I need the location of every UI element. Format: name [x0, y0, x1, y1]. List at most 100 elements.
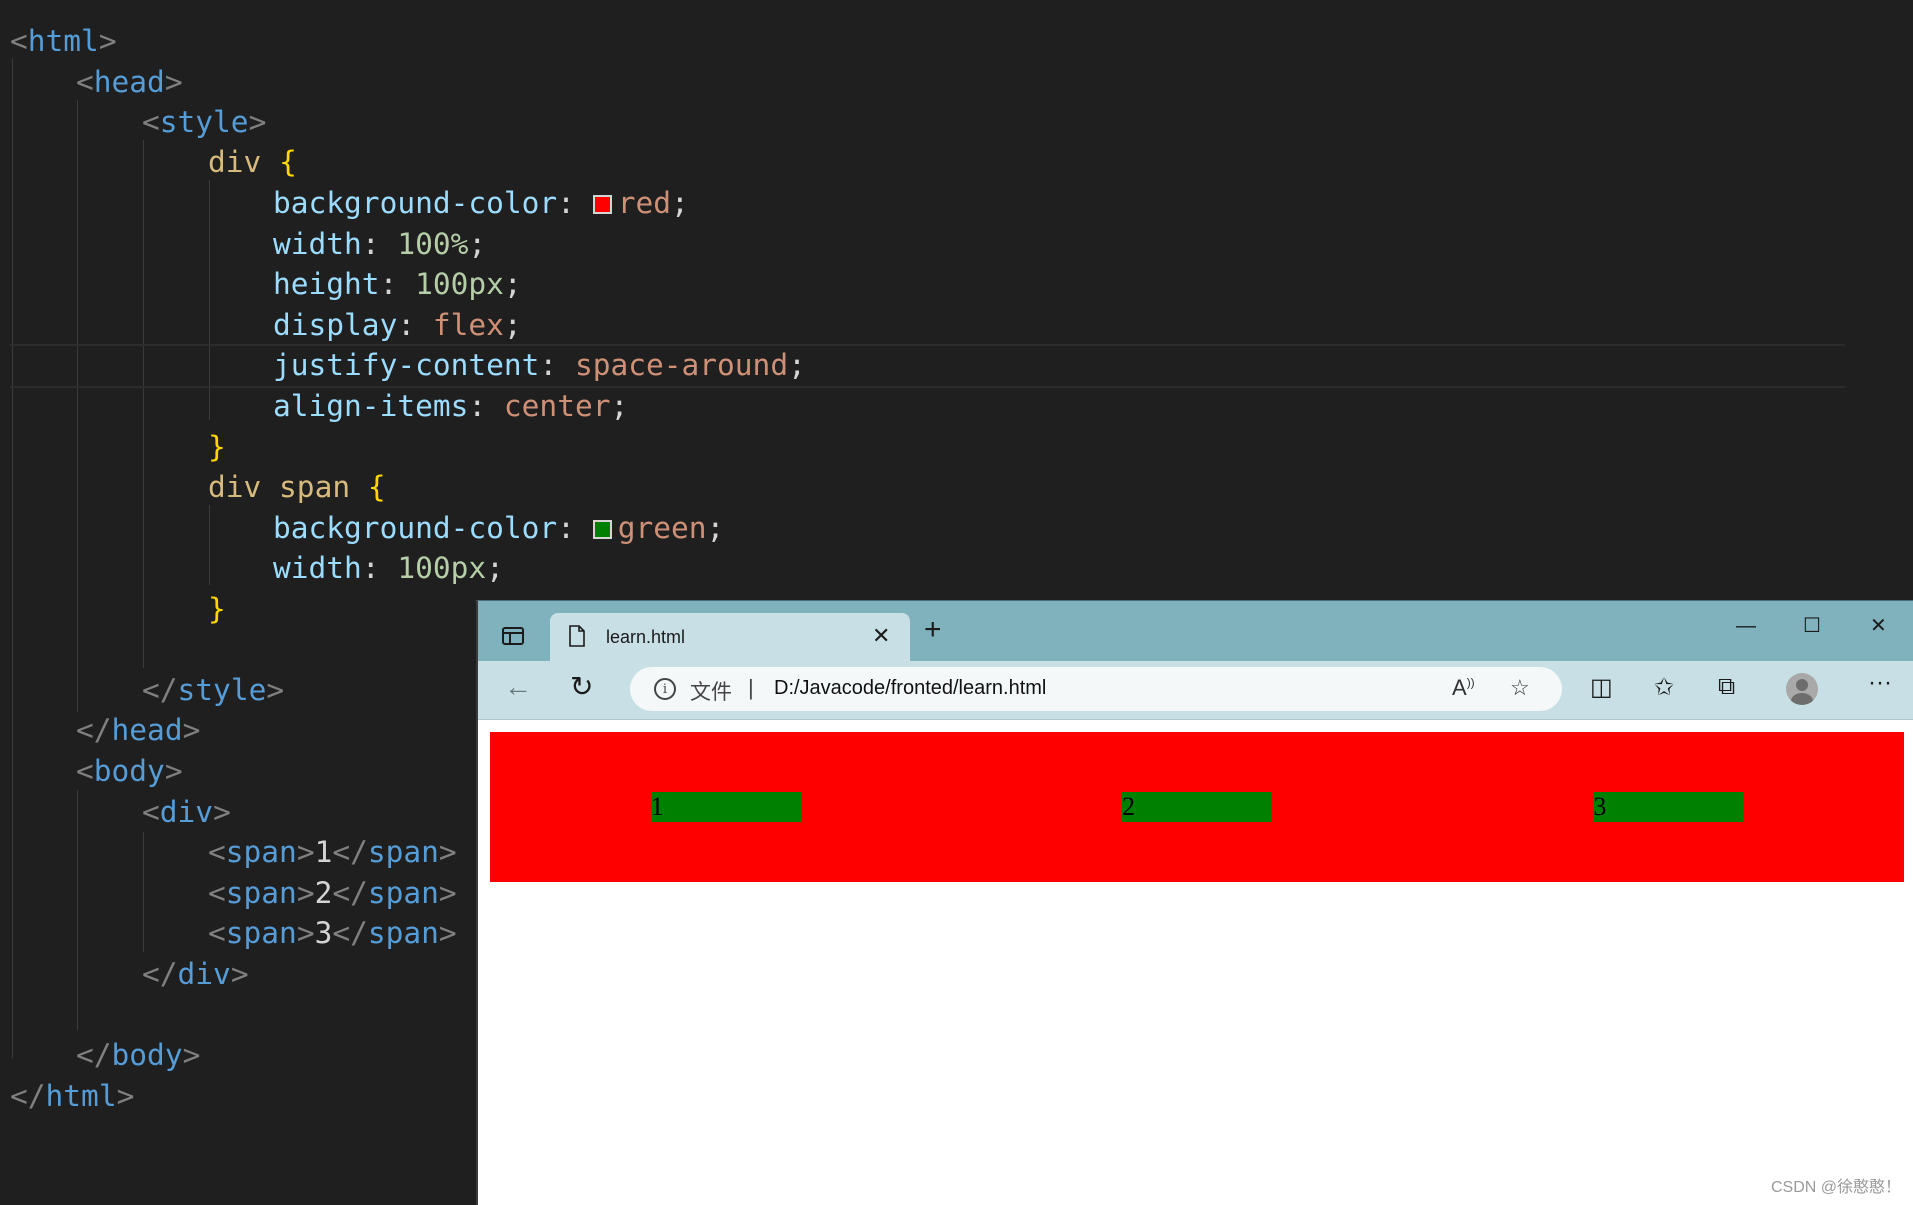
- css-value: green: [617, 511, 707, 545]
- code-tag: body: [111, 1038, 183, 1072]
- code-line-14: width: 100px;: [273, 551, 504, 585]
- address-bar[interactable]: i 文件 | D:/Javacode/fronted/learn.html A)…: [630, 667, 1562, 711]
- browser-toolbar: ← ↻ i 文件 | D:/Javacode/fronted/learn.htm…: [478, 661, 1913, 720]
- favorites-icon[interactable]: ✩: [1654, 673, 1674, 702]
- code-line-4: div {: [208, 142, 297, 182]
- code-line-20: <div>: [142, 795, 231, 829]
- code-tag: head: [111, 713, 183, 747]
- code-line-2: <head>: [76, 65, 183, 99]
- code-line-10: align-items: center;: [273, 389, 629, 423]
- code-line-21: <span>1</span>: [208, 835, 457, 869]
- code-line-26: </body>: [76, 1038, 201, 1072]
- address-url[interactable]: D:/Javacode/fronted/learn.html: [774, 677, 1046, 700]
- code-tag: span: [367, 835, 439, 869]
- green-span-2: 2: [1121, 792, 1272, 822]
- span-text: 3: [314, 916, 333, 950]
- css-selector: div: [208, 145, 262, 179]
- css-value: space-around: [574, 348, 789, 382]
- address-file-label: 文件: [690, 681, 732, 704]
- css-value: flex: [432, 308, 504, 342]
- red-flex-div: 1 2 3: [490, 732, 1904, 882]
- color-swatch-green[interactable]: [592, 520, 612, 539]
- indent-guide: [77, 790, 78, 1030]
- css-brace: {: [279, 145, 297, 179]
- code-tag: body: [93, 754, 165, 788]
- css-value: red: [617, 186, 671, 220]
- css-property: height: [273, 267, 380, 301]
- close-window-icon[interactable]: ✕: [1870, 613, 1887, 638]
- indent-guide: [143, 140, 144, 668]
- code-tag: html: [27, 24, 99, 58]
- css-property: align-items: [273, 389, 469, 423]
- css-brace: }: [208, 592, 226, 626]
- profile-avatar[interactable]: [1786, 673, 1818, 705]
- read-aloud-icon[interactable]: A)): [1452, 675, 1475, 701]
- code-line-3: <style>: [142, 105, 267, 139]
- code-tag: span: [225, 916, 297, 950]
- collections-icon[interactable]: ⧉: [1718, 673, 1735, 701]
- css-property: justify-content: [273, 348, 540, 382]
- code-line-8: display: flex;: [273, 308, 522, 342]
- css-value: 100px: [397, 551, 487, 585]
- code-tag: style: [159, 105, 249, 139]
- code-line-22: <span>2</span>: [208, 876, 457, 910]
- minimize-icon[interactable]: —: [1736, 615, 1756, 638]
- page-viewport: 1 2 3 CSDN @徐憨憨！: [478, 720, 1913, 1205]
- code-line-12: div span {: [208, 467, 386, 507]
- code-line-18: </head>: [76, 713, 201, 747]
- tab-actions-icon[interactable]: [502, 627, 524, 645]
- code-line-11: }: [208, 427, 226, 467]
- green-span-3: 3: [1593, 792, 1744, 822]
- css-value: 100px: [415, 267, 504, 301]
- indent-guide: [77, 100, 78, 712]
- css-brace: }: [208, 430, 226, 464]
- code-tag: div: [159, 795, 214, 829]
- code-line-6: width: 100%;: [273, 227, 487, 261]
- code-tag: html: [45, 1079, 117, 1113]
- css-property: background-color: [273, 186, 558, 220]
- split-screen-icon[interactable]: ◫: [1590, 673, 1613, 702]
- indent-guide: [12, 58, 13, 1058]
- code-tag: span: [225, 835, 297, 869]
- css-selector: div span: [208, 470, 351, 504]
- tab-title: learn.html: [606, 627, 686, 647]
- css-property: width: [273, 227, 362, 261]
- green-span-1: 1: [650, 792, 801, 822]
- code-tag: span: [225, 876, 297, 910]
- code-line-5: background-color: red;: [273, 186, 689, 220]
- tab-learn-html[interactable]: learn.html ✕: [550, 613, 910, 661]
- span-text: 2: [314, 876, 333, 910]
- css-property: background-color: [273, 511, 558, 545]
- span-text: 1: [314, 835, 333, 869]
- watermark: CSDN @徐憨憨！: [1770, 1179, 1901, 1196]
- code-line-19: <body>: [76, 754, 183, 788]
- code-line-27: </html>: [10, 1079, 135, 1113]
- back-icon[interactable]: ←: [504, 671, 532, 703]
- browser-window: learn.html ✕ + — ☐ ✕ ← ↻ i 文件 | D:/Javac…: [476, 600, 1913, 1205]
- code-line-7: height: 100px;: [273, 267, 522, 301]
- info-icon[interactable]: i: [654, 678, 676, 700]
- css-property: width: [273, 551, 362, 585]
- code-line-23: <span>3</span>: [208, 916, 457, 950]
- code-line-24: </div>: [142, 957, 249, 991]
- more-menu-icon[interactable]: ···: [1868, 669, 1892, 697]
- css-value: 100%: [397, 227, 469, 261]
- css-property: display: [273, 308, 398, 342]
- refresh-icon[interactable]: ↻: [570, 671, 593, 703]
- css-value: center: [503, 389, 611, 423]
- code-tag: span: [367, 876, 439, 910]
- indent-guide: [209, 505, 210, 585]
- close-tab-icon[interactable]: ✕: [872, 623, 890, 649]
- maximize-icon[interactable]: ☐: [1803, 613, 1821, 638]
- code-line-17: </style>: [142, 673, 285, 707]
- add-favorite-icon[interactable]: ☆: [1510, 675, 1530, 701]
- css-brace: {: [367, 470, 386, 504]
- indent-guide: [143, 832, 144, 952]
- address-separator: |: [748, 675, 754, 700]
- code-tag: style: [177, 673, 267, 707]
- color-swatch-red[interactable]: [592, 195, 612, 214]
- new-tab-icon[interactable]: +: [924, 615, 942, 645]
- code-tag: head: [93, 65, 165, 99]
- file-icon: [569, 625, 585, 647]
- code-tag: span: [367, 916, 439, 950]
